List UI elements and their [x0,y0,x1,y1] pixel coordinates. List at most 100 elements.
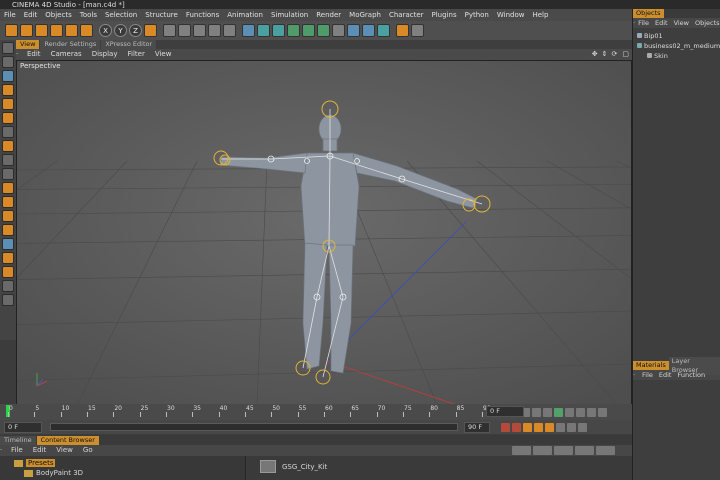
redo-icon[interactable] [20,24,33,37]
browser-home-icon[interactable] [554,446,573,455]
axis-z-button[interactable]: Z [129,24,142,37]
menu-mograph[interactable]: MoGraph [345,9,385,21]
object-mode-icon[interactable] [2,84,14,96]
browser-menu-file[interactable]: File [6,445,28,456]
array-icon[interactable] [302,24,315,37]
menu-animation[interactable]: Animation [223,9,267,21]
model-mode-icon[interactable] [2,70,14,82]
tab-objects[interactable]: Objects [633,9,664,18]
object-row[interactable]: Skin [637,51,720,61]
file-item[interactable]: GSG_City_Kit [260,460,327,473]
browser-menu-go[interactable]: Go [78,445,98,456]
menu-character[interactable]: Character [385,9,428,21]
objects-menu-view[interactable]: View [671,18,692,28]
points-mode-icon[interactable] [2,112,14,124]
goto-end-icon[interactable] [587,407,596,417]
menu-objects[interactable]: Objects [41,9,75,21]
spline-pen-icon[interactable] [272,24,285,37]
menu-file[interactable]: File [0,9,20,21]
viewport-menu-filter[interactable]: Filter [123,49,150,60]
materials-menu-function[interactable]: Function [674,370,708,380]
viewport-menu-display[interactable]: Display [87,49,123,60]
tab-content-browser[interactable]: Content Browser [36,435,99,445]
layout-icon[interactable] [411,24,424,37]
render-view-icon[interactable] [163,24,176,37]
viewport-menu-edit[interactable]: Edit [22,49,46,60]
tab-xpresso-editor[interactable]: XPresso Editor [101,40,157,49]
key-position-icon[interactable] [523,422,532,432]
objects-menu-file[interactable]: File [635,18,652,28]
render-settings-icon[interactable] [193,24,206,37]
viewport-rotate-icon[interactable]: ⟳ [610,49,620,60]
materials-menu-file[interactable]: File [639,370,656,380]
axis-x-button[interactable]: X [99,24,112,37]
browser-search-icon[interactable] [575,446,594,455]
hair-icon[interactable] [2,280,14,292]
make-editable-icon[interactable] [2,42,14,54]
camera-icon[interactable] [347,24,360,37]
magnet-icon[interactable] [396,24,409,37]
object-row[interactable]: business02_m_medium [637,41,720,51]
live-selection-icon[interactable] [35,24,48,37]
sds-icon[interactable] [257,24,270,37]
tree-item-bodypaint[interactable]: BodyPaint 3D [36,469,83,477]
scale-icon[interactable] [65,24,78,37]
viewport-zoom-icon[interactable]: ⇕ [600,49,610,60]
texture-icon[interactable] [2,56,14,68]
browser-view-icon[interactable] [596,446,615,455]
viewport-maximize-icon[interactable]: ▢ [619,49,632,60]
key-parameter-icon[interactable] [556,422,565,432]
loop-icon[interactable] [598,407,607,417]
start-frame-field[interactable]: 0 F [4,421,42,433]
tree-item-presets[interactable]: Presets [26,459,56,467]
timeline-icon[interactable] [578,422,587,432]
interactive-render-icon[interactable] [223,24,236,37]
tab-view[interactable]: View [16,40,40,49]
objects-menu-objects[interactable]: Objects [692,18,720,28]
sculpt-icon[interactable] [2,224,14,236]
joint-icon[interactable] [2,266,14,278]
menu-structure[interactable]: Structure [141,9,182,21]
viewport-menu-view[interactable]: View [150,49,177,60]
frame-range-slider[interactable] [50,423,458,431]
record-icon[interactable] [501,422,510,432]
undo-icon[interactable] [5,24,18,37]
prev-key-icon[interactable] [532,407,541,417]
perspective-viewport[interactable]: Perspective [16,60,632,406]
character-icon[interactable] [2,252,14,264]
menu-python[interactable]: Python [461,9,493,21]
menu-window[interactable]: Window [493,9,529,21]
light-icon[interactable] [362,24,375,37]
axis-y-button[interactable]: Y [114,24,127,37]
menu-simulation[interactable]: Simulation [267,9,312,21]
polygons-mode-icon[interactable] [2,140,14,152]
mograph-icon[interactable] [377,24,390,37]
key-scale-icon[interactable] [534,422,543,432]
tab-render-settings[interactable]: Render Settings [40,40,101,49]
cube-icon[interactable] [242,24,255,37]
current-frame-field[interactable]: 0 F [486,406,524,417]
key-rotation-icon[interactable] [545,422,554,432]
brush-icon[interactable] [2,294,14,306]
key-pla-icon[interactable] [567,422,576,432]
move-icon[interactable] [50,24,63,37]
menu-help[interactable]: Help [528,9,552,21]
browser-forward-icon[interactable] [533,446,552,455]
next-key-icon[interactable] [576,407,585,417]
locked-workplane-icon[interactable] [2,210,14,222]
end-frame-field[interactable]: 90 F [464,421,490,433]
scene-icon[interactable] [332,24,345,37]
menu-edit[interactable]: Edit [20,9,42,21]
edges-mode-icon[interactable] [2,126,14,138]
browser-menu-edit[interactable]: Edit [28,445,52,456]
animation-mode-icon[interactable] [2,98,14,110]
object-row[interactable]: Bip01 [637,31,720,41]
enable-axis-icon[interactable] [2,154,14,166]
menu-plugins[interactable]: Plugins [428,9,461,21]
snap-icon[interactable] [2,182,14,194]
viewport-menu-cameras[interactable]: Cameras [46,49,87,60]
tab-timeline[interactable]: Timeline [0,435,36,445]
autokey-icon[interactable] [512,422,521,432]
menu-tools[interactable]: Tools [76,9,101,21]
next-frame-icon[interactable] [565,407,574,417]
